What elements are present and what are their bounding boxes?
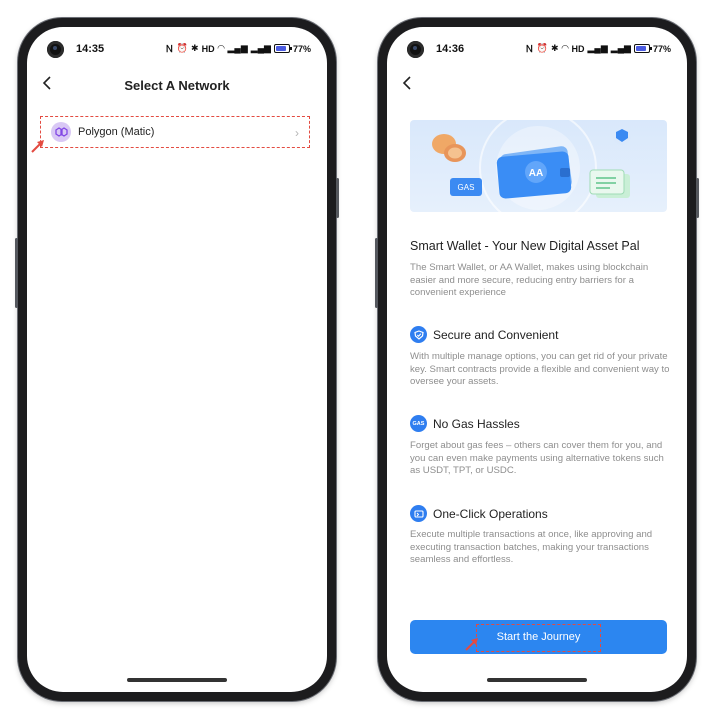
status-bar: 14:36 Ｎ ⏰ ✱ ◠ HD ▂▄▆ ▂▄▆ 77%: [387, 27, 687, 67]
left-screen: 14:35 Ｎ ⏰ ✱ HD ◠ ▂▄▆ ▂▄▆ 77% Select A Ne…: [27, 27, 327, 692]
signal-icon: ▂▄▆: [587, 43, 608, 53]
battery-icon: [633, 44, 652, 53]
home-indicator: [487, 678, 587, 682]
bluetooth-icon: ✱: [551, 43, 559, 53]
hd-icon: HD: [201, 43, 215, 54]
lock-badge-icon: [613, 127, 631, 145]
volume-button: [15, 238, 18, 308]
signal-icon: ▂▄▆: [227, 43, 248, 53]
document-icon: [589, 169, 630, 198]
feature-title: No Gas Hassles: [433, 416, 520, 431]
feature-text: Forget about gas fees – others can cover…: [410, 440, 664, 476]
right-screen: 14:36 Ｎ ⏰ ✱ ◠ HD ▂▄▆ ▂▄▆ 77% GAS AA Smar…: [387, 27, 687, 692]
gas-icon: GAS: [410, 415, 427, 432]
status-icons: Ｎ ⏰ ✱ ◠ HD ▂▄▆ ▂▄▆ 77%: [525, 42, 671, 55]
wallet-illustration: GAS AA: [432, 120, 631, 212]
chevron-right-icon: ›: [295, 126, 299, 140]
feature-one-click: One-Click Operations: [410, 505, 548, 522]
left-phone: 14:35 Ｎ ⏰ ✱ HD ◠ ▂▄▆ ▂▄▆ 77% Select A Ne…: [15, 18, 339, 701]
alarm-icon: ⏰: [536, 43, 549, 53]
battery-icon: [273, 44, 292, 53]
feature-text: With multiple manage options, you can ge…: [410, 351, 670, 387]
back-arrow-icon[interactable]: [401, 76, 415, 90]
power-button: [696, 178, 699, 218]
batch-icon: [410, 505, 427, 522]
feature-gas: GAS No Gas Hassles: [410, 415, 520, 432]
svg-text:AA: AA: [529, 168, 543, 179]
front-camera: [47, 41, 64, 58]
intro-heading: Smart Wallet - Your New Digital Asset Pa…: [410, 239, 640, 253]
home-indicator: [127, 678, 227, 682]
bluetooth-icon: ✱: [191, 43, 199, 53]
annotation-arrow-icon: [465, 638, 478, 651]
alarm-icon: ⏰: [176, 43, 189, 53]
signal-icon-2: ▂▄▆: [250, 43, 271, 53]
coin-icon: [432, 134, 466, 162]
signal-icon-2: ▂▄▆: [610, 43, 631, 53]
feature-title: One-Click Operations: [433, 506, 548, 521]
network-name: Polygon (Matic): [78, 126, 155, 138]
status-bar: 14:35 Ｎ ⏰ ✱ HD ◠ ▂▄▆ ▂▄▆ 77%: [27, 27, 327, 67]
polygon-logo-icon: [51, 122, 71, 142]
power-button: [336, 178, 339, 218]
nfc-icon: Ｎ: [164, 44, 174, 54]
feature-text: Execute multiple transactions at once, l…: [410, 529, 653, 565]
front-camera: [407, 41, 424, 58]
annotation-arrow-icon: [31, 140, 44, 153]
intro-text: The Smart Wallet, or AA Wallet, makes us…: [410, 262, 649, 298]
battery-level: 77%: [652, 43, 671, 54]
wifi-icon: ◠: [217, 43, 225, 53]
shield-icon: [410, 326, 427, 343]
right-phone: 14:36 Ｎ ⏰ ✱ ◠ HD ▂▄▆ ▂▄▆ 77% GAS AA Smar…: [375, 18, 699, 701]
wifi-icon: ◠: [561, 43, 569, 53]
nfc-icon: Ｎ: [524, 44, 534, 54]
network-item-polygon[interactable]: Polygon (Matic) ›: [40, 116, 310, 148]
volume-button: [375, 238, 378, 308]
highlight-outline: [476, 624, 601, 652]
feature-secure: Secure and Convenient: [410, 326, 558, 343]
page-title: Select A Network: [124, 78, 230, 93]
feature-title: Secure and Convenient: [433, 327, 559, 342]
status-icons: Ｎ ⏰ ✱ HD ◠ ▂▄▆ ▂▄▆ 77%: [165, 42, 311, 55]
smart-wallet-banner: GAS AA: [410, 120, 667, 212]
hd-icon: HD: [571, 43, 585, 54]
status-time: 14:35: [76, 43, 105, 55]
gas-tag: GAS: [458, 183, 475, 192]
battery-level: 77%: [292, 43, 311, 54]
status-time: 14:36: [436, 43, 465, 55]
